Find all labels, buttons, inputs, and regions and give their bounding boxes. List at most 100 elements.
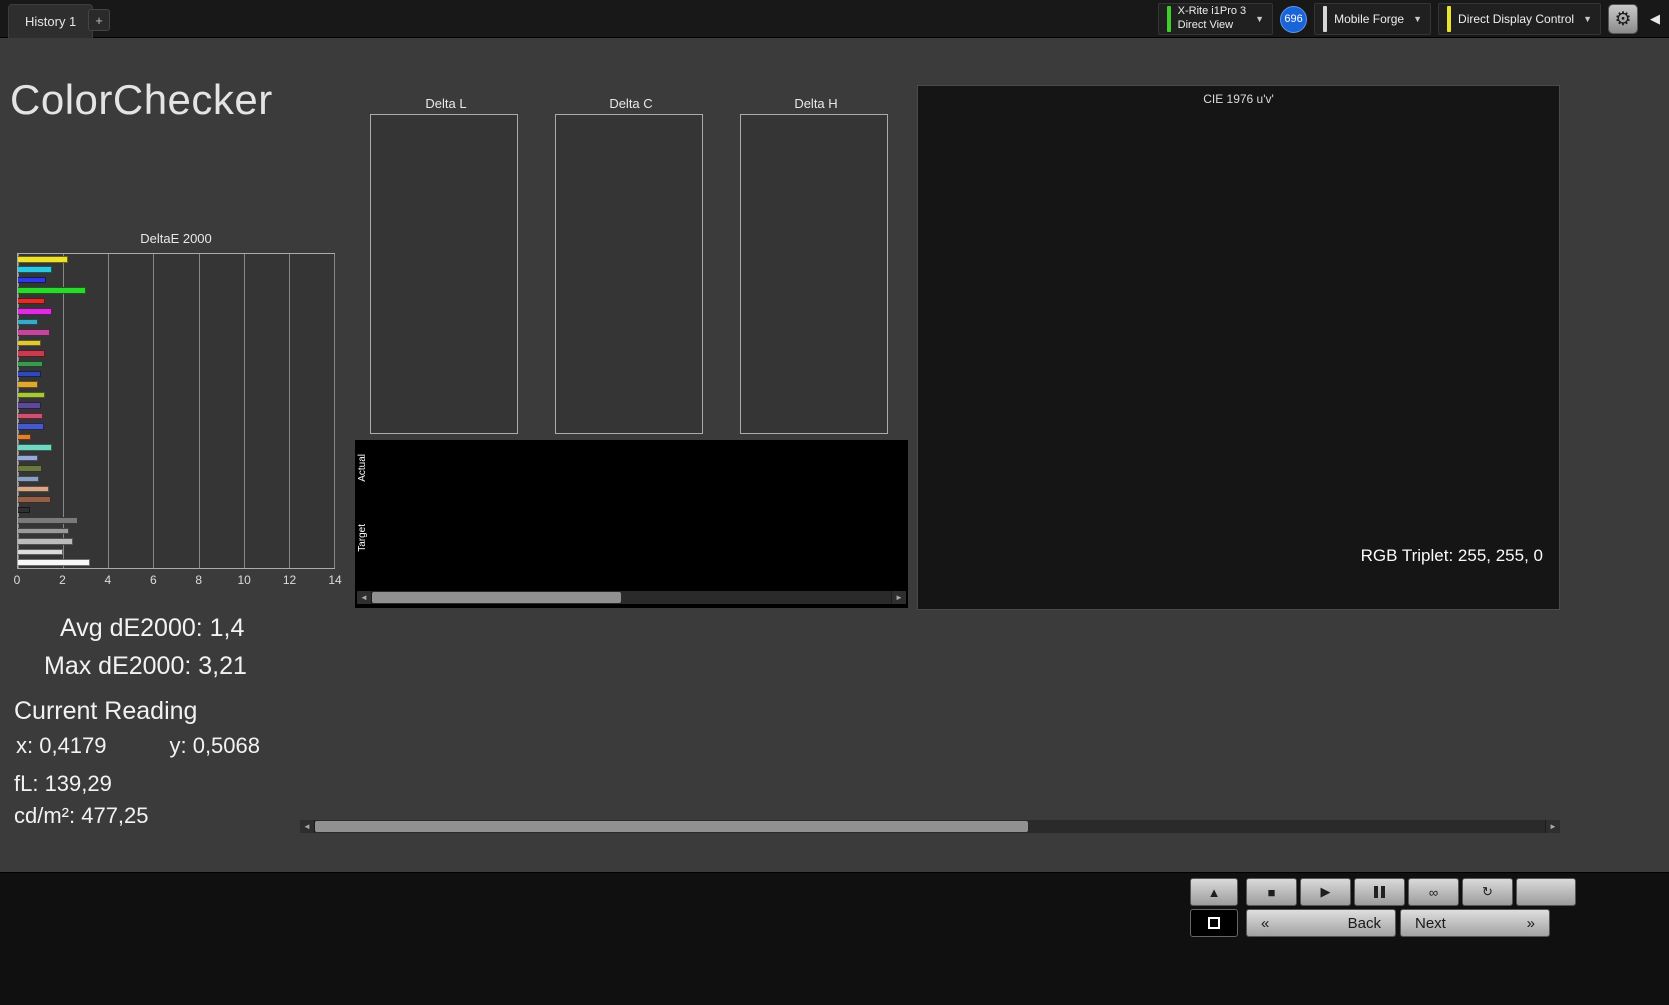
eject-icon: ▲ (1207, 884, 1221, 900)
loop-button[interactable]: ∞ (1408, 878, 1459, 906)
deltae-bar-black (18, 506, 31, 514)
pause-button[interactable] (1354, 878, 1405, 906)
delta-l-plot-area (370, 114, 518, 434)
rgb-triplet-label: RGB Triplet: 255, 255, 0 (1360, 546, 1543, 565)
deltae-bar-red (18, 350, 46, 357)
scroll-left-icon[interactable]: ◄ (300, 820, 314, 833)
deltae-bar-100-cyan (18, 266, 52, 273)
deltae-bar-gray-80 (18, 548, 63, 556)
eject-button[interactable]: ▲ (1190, 878, 1238, 906)
deltae2000-plot-area (17, 253, 335, 569)
deltae-bar-orange-yellow (18, 381, 39, 388)
double-chevron-right-icon: » (1526, 914, 1535, 932)
chevron-down-icon: ▼ (1255, 14, 1265, 24)
deltae-bar-magenta (18, 329, 50, 336)
meter-name-block: X-Rite i1Pro 3 Direct View (1178, 5, 1246, 33)
x-readout: x: 0,4179 (16, 733, 107, 758)
gridline (334, 254, 335, 568)
deltae-bar-white (18, 559, 91, 566)
y-axis-labels (722, 114, 740, 434)
scroll-left-icon[interactable]: ◄ (357, 591, 371, 604)
deltae-bar-100-green (18, 287, 86, 294)
max-de2000-readout: Max dE2000: 3,21 (44, 652, 247, 680)
deltae-bar-moderate-red (18, 412, 44, 420)
wizard-nav: « Back Next » (1246, 909, 1550, 937)
pattern-source-dropdown[interactable]: Mobile Forge ▼ (1314, 3, 1432, 35)
calibration-app-window: History 1 + X-Rite i1Pro 3 Direct View ▼… (0, 0, 1669, 1005)
next-label: Next (1415, 914, 1446, 932)
deltae2000-chart: DeltaE 2000 0 2 4 6 8 10 12 14 (14, 231, 342, 595)
scroll-thumb[interactable] (315, 821, 1029, 832)
deltae-bar-gray-65 (18, 538, 73, 545)
fl-readout: fL: 139,29 (14, 771, 112, 796)
double-chevron-left-icon: « (1261, 914, 1270, 932)
display-control-dropdown[interactable]: Direct Display Control ▼ (1438, 3, 1601, 35)
y-readout: y: 0,5068 (169, 733, 260, 758)
deltae-bar-100-blue (18, 276, 47, 284)
actual-row-label: Actual (357, 454, 368, 482)
gear-icon: ⚙ (1614, 8, 1632, 30)
deltae2000-x-axis: 0 2 4 6 8 10 12 14 (14, 573, 342, 589)
deltae-bar-gray-35 (18, 517, 79, 524)
collapse-panel-button[interactable]: ◀ (1645, 4, 1665, 34)
table-scrollbar[interactable]: ◄ ► (300, 820, 1560, 833)
next-button[interactable]: Next » (1400, 909, 1550, 937)
axis-tick-label: 6 (149, 573, 157, 587)
axis-tick-label: 2 (59, 573, 66, 587)
deltae-bar-100-yellow (18, 256, 68, 263)
meter-mode: Direct View (1177, 19, 1234, 31)
back-button[interactable]: « Back (1246, 909, 1396, 937)
luminance-readout: cd/m²: 477,25 (14, 803, 149, 828)
scroll-right-icon[interactable]: ► (892, 591, 906, 604)
meter-status-indicator (1166, 6, 1171, 32)
deltae-bar-cyan (18, 318, 39, 326)
deltae-bar-purplish-blue (18, 423, 44, 430)
history-tab[interactable]: History 1 (8, 4, 94, 38)
axis-tick-label: 12 (282, 573, 297, 587)
refresh-icon: ↻ (1482, 884, 1493, 899)
swatch-scrollbar[interactable]: ◄ ► (357, 591, 906, 604)
refresh-button[interactable]: ↻ (1462, 878, 1513, 906)
deltae-bar-yellow-green (18, 391, 46, 399)
top-bar-controls: X-Rite i1Pro 3 Direct View ▼ 696 Mobile … (1157, 2, 1665, 36)
chart-title: Delta L (425, 96, 467, 111)
chart-title: CIE 1976 u'v' (1203, 92, 1274, 106)
deltae-bars (18, 256, 334, 566)
source-status-indicator (1323, 6, 1328, 32)
scroll-track[interactable] (315, 820, 1545, 833)
settings-gear-button[interactable]: ⚙ (1608, 4, 1638, 34)
chevron-down-icon: ▼ (1583, 14, 1592, 24)
add-tab-button[interactable]: + (88, 9, 110, 31)
left-arrow-icon: ◀ (1650, 11, 1660, 26)
more-button[interactable] (1516, 878, 1576, 906)
patch-preview-strip: Actual Target ◄ ► (355, 440, 908, 608)
top-bar: History 1 + X-Rite i1Pro 3 Direct View ▼… (0, 0, 1669, 38)
scroll-track[interactable] (372, 591, 891, 604)
display-control-label: Direct Display Control (1458, 12, 1575, 26)
chart-title: Delta H (794, 96, 838, 111)
stop-button[interactable]: ■ (1246, 878, 1297, 906)
delta-l-chart: Delta L (352, 96, 522, 442)
transport-controls: ■ ▶ ∞ ↻ (1246, 878, 1576, 906)
chart-title: Delta C (609, 96, 653, 111)
pattern-window-button[interactable] (1190, 909, 1238, 937)
pause-icon (1374, 886, 1378, 898)
scroll-thumb[interactable] (372, 592, 622, 603)
cie-1976-diagram (918, 86, 1559, 609)
deltae-bar-gray-50 (18, 527, 69, 535)
meter-dropdown[interactable]: X-Rite i1Pro 3 Direct View ▼ (1157, 3, 1274, 35)
delta-c-chart: Delta C (537, 96, 707, 442)
deltae-bar-foliage (18, 465, 42, 472)
deltae-bar-bluish-green (18, 444, 53, 451)
scroll-right-icon[interactable]: ► (1546, 820, 1560, 833)
target-row-label: Target (357, 524, 368, 552)
y-axis-labels (537, 114, 555, 434)
deltae-bar-green (18, 360, 43, 368)
deltae-bar-blue (18, 370, 41, 378)
y-axis-labels (352, 114, 370, 434)
back-label: Back (1347, 914, 1381, 932)
avg-de2000-readout: Avg dE2000: 1,4 (60, 614, 245, 642)
axis-tick-label: 14 (328, 573, 342, 587)
play-button[interactable]: ▶ (1300, 878, 1351, 906)
reading-count-badge: 696 (1280, 5, 1308, 33)
